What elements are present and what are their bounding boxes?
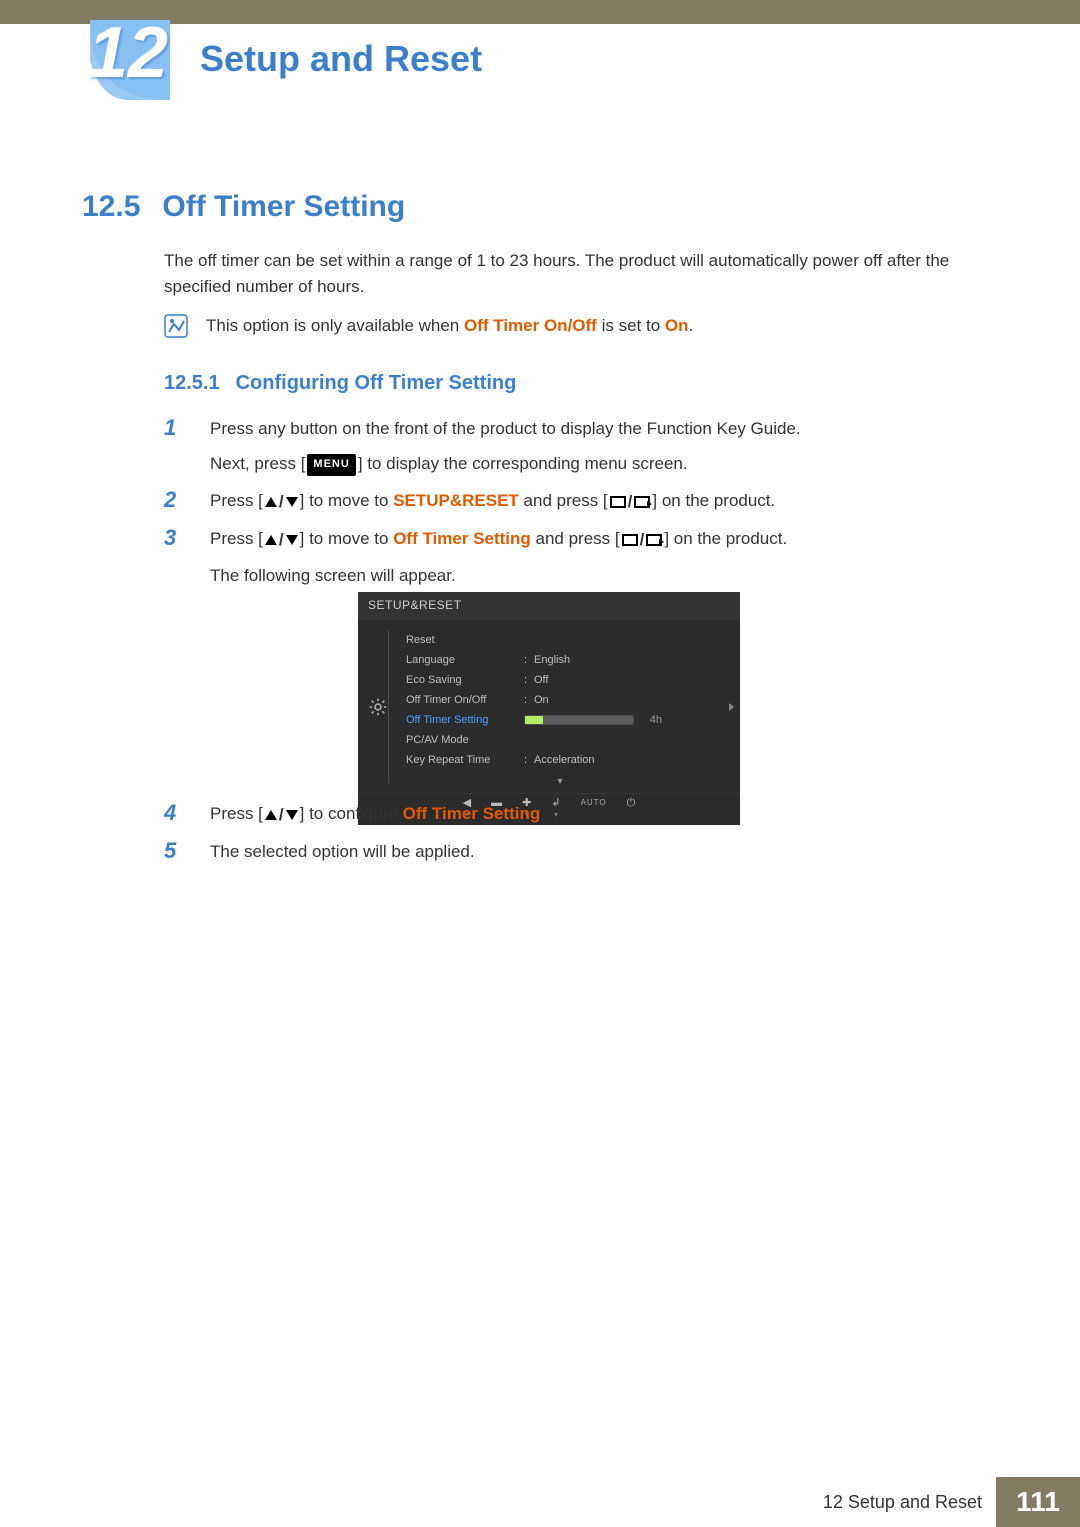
osd-left-rail (358, 620, 398, 793)
step4-end: . (540, 804, 545, 823)
osd-row-off-timer-onoff: Off Timer On/Off : On (406, 690, 714, 710)
step2-pre: Press [ (210, 491, 263, 510)
footer-chapter-label: 12 Setup and Reset (823, 1477, 996, 1527)
steps-after-figure: 4 Press [/] to configure Off Timer Setti… (164, 800, 964, 875)
note-icon (164, 314, 188, 338)
osd-colon: : (524, 754, 534, 766)
menu-key-icon: MENU (307, 454, 355, 476)
step-body: Press [/] to move to Off Timer Setting a… (210, 525, 964, 588)
step-body: Press [/] to move to SETUP&RESET and pre… (210, 487, 964, 515)
subsection-heading: 12.5.1 Configuring Off Timer Setting (164, 372, 516, 395)
up-down-arrow-icon: / (265, 801, 298, 828)
osd-value: English (534, 654, 570, 666)
osd-label: Key Repeat Time (406, 754, 524, 766)
step-1: 1 Press any button on the front of the p… (164, 415, 964, 477)
section-title: Off Timer Setting (162, 190, 405, 224)
enter-source-icon: / (610, 488, 651, 515)
chapter-title: Setup and Reset (200, 38, 482, 80)
osd-row-pcav-mode: PC/AV Mode (406, 730, 714, 750)
osd-row-eco-saving: Eco Saving : Off (406, 670, 714, 690)
subsection-number: 12.5.1 (164, 372, 220, 395)
step-1b-post: ] to display the corresponding menu scre… (358, 454, 688, 473)
step-number: 1 (164, 415, 188, 477)
step2-mid: ] to move to (300, 491, 394, 510)
step-number: 2 (164, 487, 188, 515)
osd-label: Reset (406, 634, 524, 646)
step-1-line-2: Next, press [MENU] to display the corres… (210, 450, 964, 477)
step4-emph-off-timer-setting: Off Timer Setting (403, 804, 541, 823)
note-mid: is set to (597, 316, 665, 335)
step-number: 4 (164, 800, 188, 828)
osd-value: Off (534, 674, 548, 686)
step3-mid: ] to move to (300, 529, 394, 548)
enter-source-icon: / (622, 526, 663, 553)
section-intro: The off timer can be set within a range … (164, 248, 964, 301)
osd-slider-fill (525, 716, 543, 724)
osd-label: Language (406, 654, 524, 666)
step-1-line-1: Press any button on the front of the pro… (210, 415, 964, 442)
note-emph-off-timer-onoff: Off Timer On/Off (464, 316, 597, 335)
subsection-title: Configuring Off Timer Setting (236, 372, 517, 395)
osd-row-language: Language : English (406, 650, 714, 670)
osd-row-reset: Reset (406, 630, 714, 650)
osd-value: On (534, 694, 549, 706)
note-prefix: This option is only available when (206, 316, 464, 335)
osd-slider-value: 4h (640, 714, 662, 726)
osd-title-bar: SETUP&RESET (358, 592, 740, 620)
step3-and: and press [ (531, 529, 620, 548)
osd-colon: : (524, 694, 534, 706)
step-number: 5 (164, 838, 188, 865)
step-2: 2 Press [/] to move to SETUP&RESET and p… (164, 487, 964, 515)
osd-title: SETUP&RESET (368, 598, 730, 612)
manual-page: 12 Setup and Reset 12.5 Off Timer Settin… (0, 0, 1080, 1527)
note-row: This option is only available when Off T… (164, 314, 964, 338)
osd-colon: : (524, 654, 534, 666)
step-5: 5 The selected option will be applied. (164, 838, 964, 865)
osd-scroll-down-icon: ▾ (406, 776, 714, 787)
note-emph-on: On (665, 316, 689, 335)
chevron-right-icon (729, 703, 734, 711)
step-number: 3 (164, 525, 188, 588)
step-1b-pre: Next, press [ (210, 454, 305, 473)
section-heading: 12.5 Off Timer Setting (82, 190, 982, 224)
step4-mid: ] to configure (300, 804, 403, 823)
page-footer: 12 Setup and Reset 111 (0, 1477, 1080, 1527)
step-body: The selected option will be applied. (210, 838, 964, 865)
step2-emph-setupreset: SETUP&RESET (393, 491, 519, 510)
step2-and: and press [ (519, 491, 608, 510)
up-down-arrow-icon: / (265, 526, 298, 553)
osd-value: Acceleration (534, 754, 595, 766)
step-body: Press [/] to configure Off Timer Setting… (210, 800, 964, 828)
step-4: 4 Press [/] to configure Off Timer Setti… (164, 800, 964, 828)
osd-label: Off Timer On/Off (406, 694, 524, 706)
osd-body: Reset Language : English Eco Saving : Of… (358, 620, 740, 793)
chapter-number: 12 (88, 12, 168, 94)
step4-pre: Press [ (210, 804, 263, 823)
osd-row-key-repeat-time: Key Repeat Time : Acceleration (406, 750, 714, 770)
osd-row-off-timer-setting: Off Timer Setting 4h (406, 710, 714, 730)
step2-end: ] on the product. (652, 491, 775, 510)
step-body: Press any button on the front of the pro… (210, 415, 964, 477)
steps-list: 1 Press any button on the front of the p… (164, 415, 964, 599)
osd-label-highlighted: Off Timer Setting (406, 714, 524, 726)
section-number: 12.5 (82, 190, 140, 224)
note-suffix: . (688, 316, 693, 335)
step3-pre: Press [ (210, 529, 263, 548)
osd-slider: 4h (524, 714, 714, 726)
step3-emph-off-timer-setting: Off Timer Setting (393, 529, 531, 548)
osd-label: Eco Saving (406, 674, 524, 686)
step-3: 3 Press [/] to move to Off Timer Setting… (164, 525, 964, 588)
note-text: This option is only available when Off T… (206, 316, 693, 336)
step-3-line-2: The following screen will appear. (210, 562, 964, 589)
osd-slider-track (524, 715, 634, 725)
step3-end: ] on the product. (664, 529, 787, 548)
gear-icon (368, 697, 388, 717)
up-down-arrow-icon: / (265, 488, 298, 515)
osd-right-rail (722, 620, 740, 793)
osd-label: PC/AV Mode (406, 734, 524, 746)
osd-colon: : (524, 674, 534, 686)
footer-page-number: 111 (996, 1477, 1080, 1527)
osd-menu-list: Reset Language : English Eco Saving : Of… (398, 620, 722, 793)
osd-preview: SETUP&RESET Reset Language : English Eco… (358, 592, 740, 825)
